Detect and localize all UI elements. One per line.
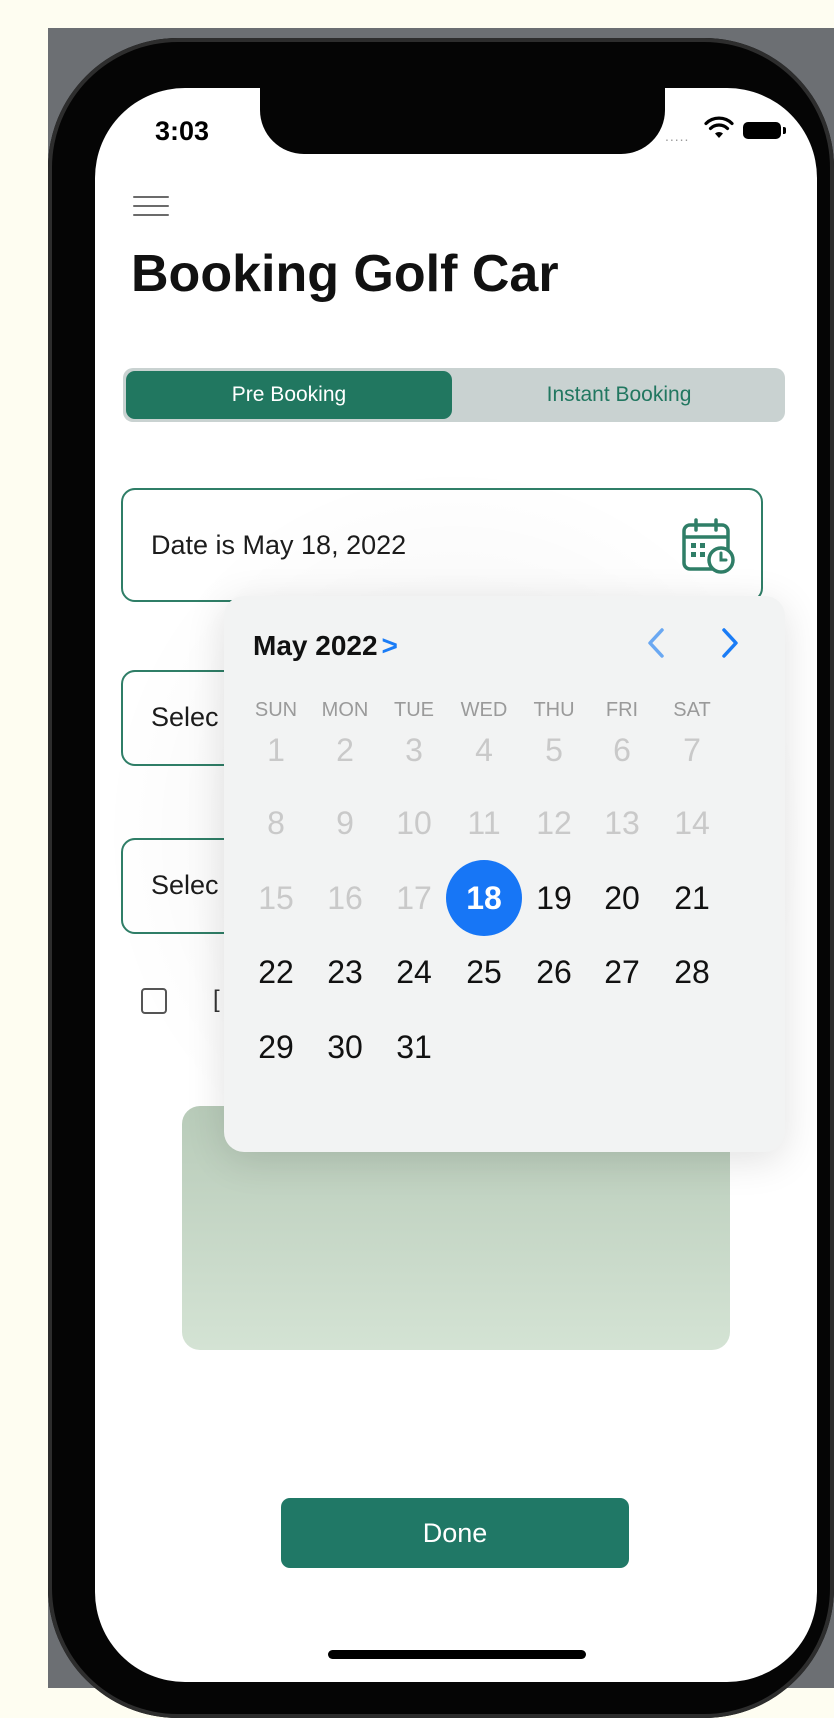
calendar-day: 8 xyxy=(238,785,314,861)
month-year-label: May 2022 xyxy=(253,630,378,661)
calendar-day[interactable]: 30 xyxy=(307,1009,383,1085)
tab-instant-booking[interactable]: Instant Booking xyxy=(456,371,782,419)
month-year-picker[interactable]: May 2022 > xyxy=(253,630,398,662)
calendar-day[interactable]: 28 xyxy=(654,934,730,1010)
calendar-day[interactable]: 21 xyxy=(654,860,730,936)
battery-icon xyxy=(743,122,786,139)
calendar-day-number: 18 xyxy=(466,879,502,916)
calendar-day: 11 xyxy=(446,785,522,861)
calendar-day[interactable]: 22 xyxy=(238,934,314,1010)
date-field-value: Date is May 18, 2022 xyxy=(151,530,407,560)
calendar-day: 10 xyxy=(376,785,452,861)
calendar-day-number: 20 xyxy=(604,879,640,916)
calendar-day-number: 6 xyxy=(613,731,631,768)
calendar-day-number: 7 xyxy=(683,731,701,768)
chevron-left-icon xyxy=(648,628,664,658)
calendar-day[interactable]: 29 xyxy=(238,1009,314,1085)
calendar-day-selected[interactable]: 18 xyxy=(446,860,522,936)
signal-dots: ..... xyxy=(665,128,690,144)
calendar-day-number: 27 xyxy=(604,953,640,990)
booking-type-segmented-control: Pre Booking Instant Booking xyxy=(123,368,785,422)
calendar-day[interactable]: 25 xyxy=(446,934,522,1010)
device-notch xyxy=(260,88,665,154)
calendar-day: 15 xyxy=(238,860,314,936)
calendar-day-number: 15 xyxy=(258,879,294,916)
home-indicator xyxy=(328,1650,586,1659)
chevron-right-small-icon: > xyxy=(381,630,398,661)
chevron-right-icon xyxy=(722,628,738,658)
calendar-day: 14 xyxy=(654,785,730,861)
calendar-day-number: 30 xyxy=(327,1028,363,1065)
calendar-day-number: 9 xyxy=(336,804,354,841)
calendar-day-number: 25 xyxy=(466,953,502,990)
calendar-day: 13 xyxy=(584,785,660,861)
calendar-day-number: 10 xyxy=(396,804,432,841)
calendar-day[interactable]: 24 xyxy=(376,934,452,1010)
select-field-2-text: Selec xyxy=(151,870,219,900)
calendar-day: 12 xyxy=(516,785,592,861)
calendar-day-number: 5 xyxy=(545,731,563,768)
calendar-day: 2 xyxy=(307,712,383,788)
app-screen: 3:03 ..... Booking Golf Car Pre Booking … xyxy=(95,88,817,1682)
done-button[interactable]: Done xyxy=(281,1498,629,1568)
calendar-day[interactable]: 23 xyxy=(307,934,383,1010)
calendar-day-number: 21 xyxy=(674,879,710,916)
calendar-popover: May 2022 > SUN MON TUE WED THU FRI SAT 12345678… xyxy=(224,596,785,1152)
date-field[interactable]: Date is May 18, 2022 xyxy=(121,488,763,602)
calendar-day-number: 11 xyxy=(467,804,501,841)
calendar-day: 6 xyxy=(584,712,660,788)
calendar-day-number: 13 xyxy=(604,804,640,841)
select-field-1-text: Selec xyxy=(151,702,219,732)
page-title: Booking Golf Car xyxy=(131,245,559,303)
calendar-day: 1 xyxy=(238,712,314,788)
calendar-day: 7 xyxy=(654,712,730,788)
calendar-day-number: 19 xyxy=(536,879,572,916)
calendar-day[interactable]: 20 xyxy=(584,860,660,936)
calendar-day-number: 24 xyxy=(396,953,432,990)
checkbox-label: [ xyxy=(213,986,220,1013)
hamburger-menu-icon[interactable] xyxy=(133,196,169,218)
calendar-day-number: 16 xyxy=(327,879,363,916)
calendar-day: 3 xyxy=(376,712,452,788)
calendar-clock-icon[interactable] xyxy=(681,518,737,576)
calendar-day[interactable]: 19 xyxy=(516,860,592,936)
calendar-day-number: 8 xyxy=(267,804,285,841)
prev-month-button[interactable] xyxy=(645,626,667,660)
calendar-day[interactable]: 27 xyxy=(584,934,660,1010)
calendar-day: 17 xyxy=(376,860,452,936)
wifi-icon xyxy=(704,116,734,138)
calendar-day-number: 14 xyxy=(674,804,710,841)
tab-pre-booking[interactable]: Pre Booking xyxy=(126,371,452,419)
calendar-day-number: 1 xyxy=(267,731,285,768)
calendar-day-number: 23 xyxy=(327,953,363,990)
calendar-day-number: 29 xyxy=(258,1028,294,1065)
calendar-day-number: 26 xyxy=(536,953,572,990)
calendar-day[interactable]: 26 xyxy=(516,934,592,1010)
calendar-day-number: 2 xyxy=(336,731,354,768)
calendar-day-number: 3 xyxy=(405,731,423,768)
calendar-day-number: 28 xyxy=(674,953,710,990)
status-time: 3:03 xyxy=(155,116,210,146)
calendar-day-number: 31 xyxy=(396,1028,432,1065)
calendar-day-number: 22 xyxy=(258,953,294,990)
calendar-day: 4 xyxy=(446,712,522,788)
calendar-day-number: 12 xyxy=(536,804,572,841)
calendar-day[interactable]: 31 xyxy=(376,1009,452,1085)
next-month-button[interactable] xyxy=(719,626,741,660)
calendar-day-number: 17 xyxy=(396,879,432,916)
calendar-day: 16 xyxy=(307,860,383,936)
calendar-day: 5 xyxy=(516,712,592,788)
calendar-day-number: 4 xyxy=(475,731,493,768)
calendar-day: 9 xyxy=(307,785,383,861)
option-checkbox[interactable] xyxy=(141,988,167,1014)
